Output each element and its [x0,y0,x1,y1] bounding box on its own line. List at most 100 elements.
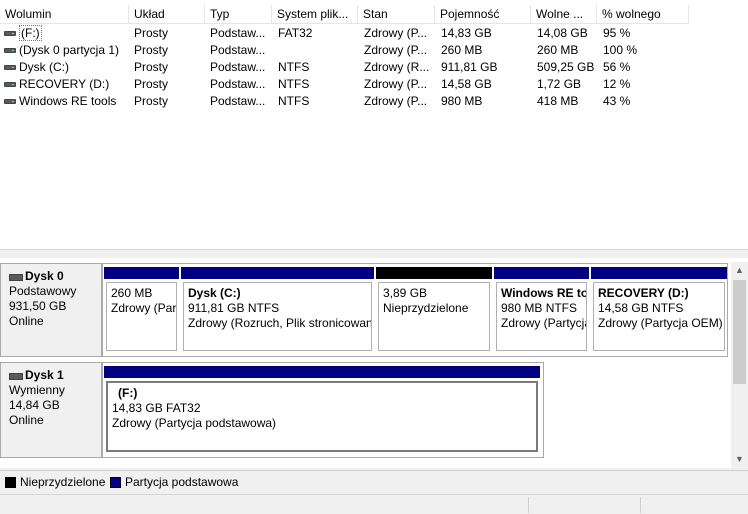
scroll-up-icon[interactable]: ▲ [731,262,748,279]
disk-0-partitions: 260 MB Zdrowy (Partycja systemowa EFI) D… [102,263,728,357]
drive-icon [4,82,16,87]
partition-size: 911,81 GB NTFS [188,301,280,315]
column-volume[interactable]: Wolumin [0,5,129,24]
volume-pct-free: 100 % [603,43,638,57]
disk-state: Online [9,413,44,427]
scroll-thumb[interactable] [733,280,746,384]
volume-row[interactable]: Dysk (C:) Prosty Podstaw... NTFS Zdrowy … [0,59,748,76]
volume-layout: Prosty [134,60,169,74]
volume-layout: Prosty [134,26,169,40]
column-capacity[interactable]: Pojemność [435,5,531,24]
partition-status: Nieprzydzielone [383,301,469,315]
partition-c[interactable]: Dysk (C:) 911,81 GB NTFS Zdrowy (Rozruch… [181,264,374,356]
volume-status: Zdrowy (P... [364,26,428,40]
volume-status: Zdrowy (P... [364,77,428,91]
disk-name: Dysk 0 [9,269,101,284]
status-bar [0,494,748,514]
partition-efi[interactable]: 260 MB Zdrowy (Partycja systemowa EFI) [104,264,179,356]
volume-row[interactable]: RECOVERY (D:) Prosty Podstaw... NTFS Zdr… [0,76,748,93]
volume-filesystem: NTFS [278,60,310,74]
disk-1-partitions: (F:) 14,83 GB FAT32 Zdrowy (Partycja pod… [102,362,544,458]
volume-row[interactable]: (Dysk 0 partycja 1) Prosty Podstaw... Zd… [0,42,748,59]
partition-title: Dysk (C:) [188,286,241,300]
disk-state: Online [9,314,44,328]
volume-filesystem: NTFS [278,77,310,91]
volume-capacity: 911,81 GB [441,60,498,74]
volume-name: Dysk (C:) [19,60,69,74]
disk-map-scrollbar[interactable]: ▲ ▼ [731,262,748,468]
drive-icon [4,65,16,70]
column-pct-free[interactable]: % wolnego [597,5,689,24]
disk-name: Dysk 1 [9,368,101,383]
volume-free: 14,08 GB [537,26,588,40]
partition-bar [494,267,589,279]
partition-body-selected: (F:) 14,83 GB FAT32 Zdrowy (Partycja pod… [106,381,538,452]
volume-list: Wolumin Układ Typ System plik... Stan Po… [0,0,748,250]
partition-f[interactable]: (F:) 14,83 GB FAT32 Zdrowy (Partycja pod… [104,363,540,455]
partition-bar [591,267,727,279]
scroll-down-icon[interactable]: ▼ [731,451,748,468]
partition-size: 260 MB [111,286,153,300]
volume-filesystem [278,42,356,59]
legend-unallocated-swatch [5,477,16,488]
partition-unallocated[interactable]: 3,89 GB Nieprzydzielone [376,264,492,356]
volume-capacity: 980 MB [441,94,483,108]
column-free[interactable]: Wolne ... [531,5,597,24]
column-type[interactable]: Typ [205,5,272,24]
volume-status: Zdrowy (P... [364,43,428,57]
volume-name: Windows RE tools [19,94,117,108]
disk-kind: Wymienny [9,383,65,397]
volume-row[interactable]: (F:) Prosty Podstaw... FAT32 Zdrowy (P..… [0,25,748,42]
partition-recovery[interactable]: RECOVERY (D:) 14,58 GB NTFS Zdrowy (Part… [591,264,727,356]
volume-status: Zdrowy (P... [364,94,428,108]
volume-filesystem: NTFS [278,94,310,108]
partition-status: Zdrowy (Partycja systemowa EFI) [111,301,177,315]
partition-title: (F:) [118,386,138,400]
partition-bar [181,267,374,279]
volume-name: (F:) [19,25,42,41]
partition-bar [104,366,540,378]
partition-size: 14,58 GB NTFS [598,301,684,315]
partition-bar [104,267,179,279]
volume-capacity: 14,58 GB [441,77,492,91]
volume-free: 260 MB [537,43,579,57]
partition-size: 3,89 GB [383,286,428,300]
volume-layout: Prosty [134,43,169,57]
volume-name: RECOVERY (D:) [19,77,110,91]
volume-free: 1,72 GB [537,77,582,91]
volume-free: 509,25 GB [537,60,595,74]
disk-size: 931,50 GB [9,299,67,313]
disk-kind: Podstawowy [9,284,77,298]
volume-pct-free: 95 % [603,26,631,40]
partition-title: RECOVERY (D:) [598,286,689,300]
partition-status: Zdrowy (Rozruch, Plik stronicowania) [188,316,372,330]
legend-unallocated-label: Nieprzydzielone [20,475,106,489]
disk-0-label[interactable]: Dysk 0 Podstawowy 931,50 GB Online [0,263,102,357]
volume-filesystem: FAT32 [278,26,313,40]
legend: Nieprzydzielone Partycja podstawowa [0,470,748,494]
partition-status: Zdrowy (Partycja OEM) [598,316,723,330]
disk-1-label[interactable]: Dysk 1 Wymienny 14,84 GB Online [0,362,102,458]
disk-size: 14,84 GB [9,398,60,412]
legend-primary-swatch [110,477,121,488]
partition-title: Windows RE tools [501,286,586,300]
volume-layout: Prosty [134,94,169,108]
legend-primary-label: Partycja podstawowa [125,475,239,489]
volume-capacity: 260 MB [441,43,483,57]
partition-winre[interactable]: Windows RE tools 980 MB NTFS Zdrowy (Par… [494,264,589,356]
column-layout[interactable]: Układ [129,5,205,24]
column-status[interactable]: Stan [358,5,435,24]
column-filesystem[interactable]: System plik... [272,5,358,24]
volume-name: (Dysk 0 partycja 1) [19,43,120,57]
partition-size: 980 MB NTFS [501,301,578,315]
drive-icon [4,31,16,36]
drive-icon [4,99,16,104]
volume-pct-free: 12 % [603,77,631,91]
volume-pct-free: 43 % [603,94,631,108]
volume-type: Podstaw... [210,43,266,57]
volume-pct-free: 56 % [603,60,631,74]
partition-size: 14,83 GB FAT32 [112,401,201,415]
volume-status: Zdrowy (R... [364,60,430,74]
volume-list-header: Wolumin Układ Typ System plik... Stan Po… [0,5,748,24]
volume-row[interactable]: Windows RE tools Prosty Podstaw... NTFS … [0,93,748,110]
